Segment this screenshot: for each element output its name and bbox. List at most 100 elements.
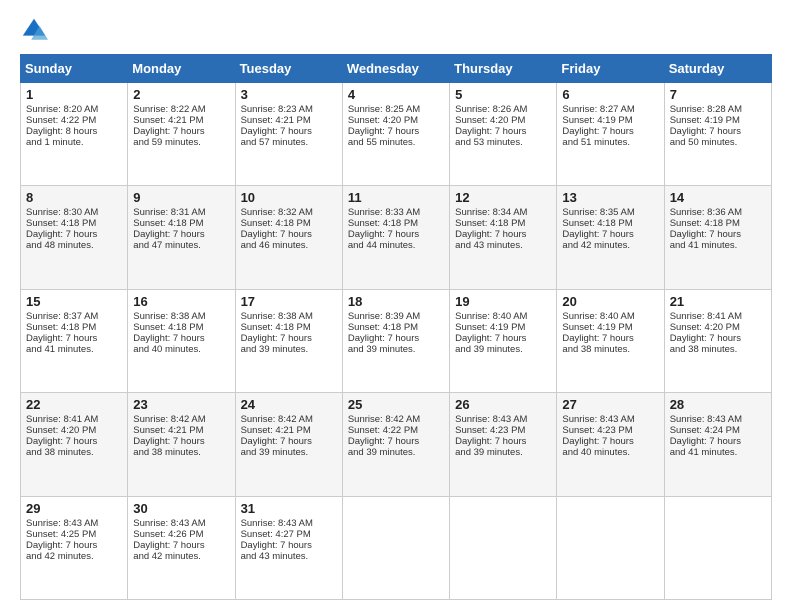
day-info: Sunset: 4:26 PM — [133, 529, 229, 540]
day-cell: 16Sunrise: 8:38 AMSunset: 4:18 PMDayligh… — [128, 289, 235, 392]
day-info: Sunrise: 8:34 AM — [455, 207, 551, 218]
day-number: 30 — [133, 501, 229, 516]
day-cell: 29Sunrise: 8:43 AMSunset: 4:25 PMDayligh… — [21, 496, 128, 599]
day-info: and 40 minutes. — [562, 447, 658, 458]
day-info: Sunrise: 8:22 AM — [133, 104, 229, 115]
day-info: Sunset: 4:18 PM — [133, 218, 229, 229]
day-info: Daylight: 7 hours — [562, 333, 658, 344]
day-info: and 51 minutes. — [562, 137, 658, 148]
day-number: 17 — [241, 294, 337, 309]
day-number: 21 — [670, 294, 766, 309]
day-info: Sunset: 4:21 PM — [241, 115, 337, 126]
day-info: Daylight: 7 hours — [670, 229, 766, 240]
day-number: 28 — [670, 397, 766, 412]
day-cell: 27Sunrise: 8:43 AMSunset: 4:23 PMDayligh… — [557, 393, 664, 496]
day-number: 22 — [26, 397, 122, 412]
day-info: Sunset: 4:19 PM — [455, 322, 551, 333]
day-number: 5 — [455, 87, 551, 102]
day-cell: 7Sunrise: 8:28 AMSunset: 4:19 PMDaylight… — [664, 83, 771, 186]
day-info: Sunrise: 8:41 AM — [26, 414, 122, 425]
day-info: and 44 minutes. — [348, 240, 444, 251]
day-info: and 43 minutes. — [455, 240, 551, 251]
day-cell: 21Sunrise: 8:41 AMSunset: 4:20 PMDayligh… — [664, 289, 771, 392]
calendar-table: SundayMondayTuesdayWednesdayThursdayFrid… — [20, 54, 772, 600]
day-cell: 30 Sunrise: 8:43 AMSunset: 4:26 PMDayligh… — [128, 496, 235, 599]
day-info: Sunrise: 8:43 AM — [241, 518, 337, 529]
day-number: 26 — [455, 397, 551, 412]
day-cell: 28Sunrise: 8:43 AMSunset: 4:24 PMDayligh… — [664, 393, 771, 496]
day-info: and 57 minutes. — [241, 137, 337, 148]
day-info: Daylight: 7 hours — [455, 333, 551, 344]
day-info: and 42 minutes. — [133, 551, 229, 562]
day-info: Daylight: 7 hours — [133, 540, 229, 551]
day-info: Sunset: 4:24 PM — [670, 425, 766, 436]
day-cell: 17Sunrise: 8:38 AMSunset: 4:18 PMDayligh… — [235, 289, 342, 392]
day-number: 4 — [348, 87, 444, 102]
day-info: Sunrise: 8:23 AM — [241, 104, 337, 115]
day-info: Sunrise: 8:31 AM — [133, 207, 229, 218]
week-row-5: 29Sunrise: 8:43 AMSunset: 4:25 PMDayligh… — [21, 496, 772, 599]
day-info: and 41 minutes. — [26, 344, 122, 355]
day-cell: 12Sunrise: 8:34 AMSunset: 4:18 PMDayligh… — [450, 186, 557, 289]
day-info: and 39 minutes. — [455, 344, 551, 355]
day-info: Sunset: 4:18 PM — [241, 322, 337, 333]
day-cell: 5Sunrise: 8:26 AMSunset: 4:20 PMDaylight… — [450, 83, 557, 186]
day-info: Sunset: 4:27 PM — [241, 529, 337, 540]
day-info: Sunrise: 8:42 AM — [241, 414, 337, 425]
day-info: and 41 minutes. — [670, 240, 766, 251]
day-info: Sunrise: 8:26 AM — [455, 104, 551, 115]
day-cell: 26Sunrise: 8:43 AMSunset: 4:23 PMDayligh… — [450, 393, 557, 496]
day-info: Sunrise: 8:20 AM — [26, 104, 122, 115]
day-info: Daylight: 7 hours — [26, 229, 122, 240]
day-info: Daylight: 7 hours — [348, 436, 444, 447]
day-number: 24 — [241, 397, 337, 412]
day-info: Sunrise: 8:40 AM — [455, 311, 551, 322]
calendar-body: 1Sunrise: 8:20 AMSunset: 4:22 PMDaylight… — [21, 83, 772, 600]
col-header-friday: Friday — [557, 55, 664, 83]
day-info: Sunset: 4:19 PM — [562, 322, 658, 333]
day-info: Daylight: 7 hours — [241, 126, 337, 137]
day-info: Sunset: 4:18 PM — [670, 218, 766, 229]
day-number: 7 — [670, 87, 766, 102]
day-number: 2 — [133, 87, 229, 102]
day-number: 14 — [670, 190, 766, 205]
day-number: 13 — [562, 190, 658, 205]
day-cell: 24Sunrise: 8:42 AMSunset: 4:21 PMDayligh… — [235, 393, 342, 496]
day-info: Sunset: 4:23 PM — [455, 425, 551, 436]
day-info: Daylight: 7 hours — [670, 126, 766, 137]
day-info: Daylight: 7 hours — [455, 229, 551, 240]
day-info: Daylight: 7 hours — [133, 436, 229, 447]
day-info: Sunrise: 8:38 AM — [133, 311, 229, 322]
col-header-sunday: Sunday — [21, 55, 128, 83]
day-info: Daylight: 7 hours — [241, 229, 337, 240]
day-info: and 47 minutes. — [133, 240, 229, 251]
day-cell: 11Sunrise: 8:33 AMSunset: 4:18 PMDayligh… — [342, 186, 449, 289]
day-info: Sunset: 4:18 PM — [26, 322, 122, 333]
day-number: 3 — [241, 87, 337, 102]
day-info: Sunrise: 8:36 AM — [670, 207, 766, 218]
day-cell: 19Sunrise: 8:40 AMSunset: 4:19 PMDayligh… — [450, 289, 557, 392]
day-number: 25 — [348, 397, 444, 412]
day-cell: 8Sunrise: 8:30 AMSunset: 4:18 PMDaylight… — [21, 186, 128, 289]
day-cell: 10Sunrise: 8:32 AMSunset: 4:18 PMDayligh… — [235, 186, 342, 289]
day-info: Sunrise: 8:43 AM — [670, 414, 766, 425]
day-info: Sunset: 4:18 PM — [455, 218, 551, 229]
day-info: Sunset: 4:20 PM — [455, 115, 551, 126]
week-row-3: 15Sunrise: 8:37 AMSunset: 4:18 PMDayligh… — [21, 289, 772, 392]
day-info: Daylight: 7 hours — [348, 126, 444, 137]
day-info: Daylight: 7 hours — [133, 229, 229, 240]
day-info: Sunrise: 8:37 AM — [26, 311, 122, 322]
day-info: Sunset: 4:18 PM — [348, 322, 444, 333]
day-info: Sunrise: 8:43 AM — [133, 518, 229, 529]
day-info: Daylight: 7 hours — [133, 126, 229, 137]
col-header-saturday: Saturday — [664, 55, 771, 83]
day-info: and 48 minutes. — [26, 240, 122, 251]
day-number: 29 — [26, 501, 122, 516]
day-info: and 39 minutes. — [348, 447, 444, 458]
logo-icon — [20, 16, 48, 44]
col-header-thursday: Thursday — [450, 55, 557, 83]
day-info: Sunset: 4:23 PM — [562, 425, 658, 436]
day-info: Sunrise: 8:41 AM — [670, 311, 766, 322]
day-cell: 3 Sunrise: 8:23 AMSunset: 4:21 PMDaylight… — [235, 83, 342, 186]
day-info: Sunset: 4:18 PM — [562, 218, 658, 229]
